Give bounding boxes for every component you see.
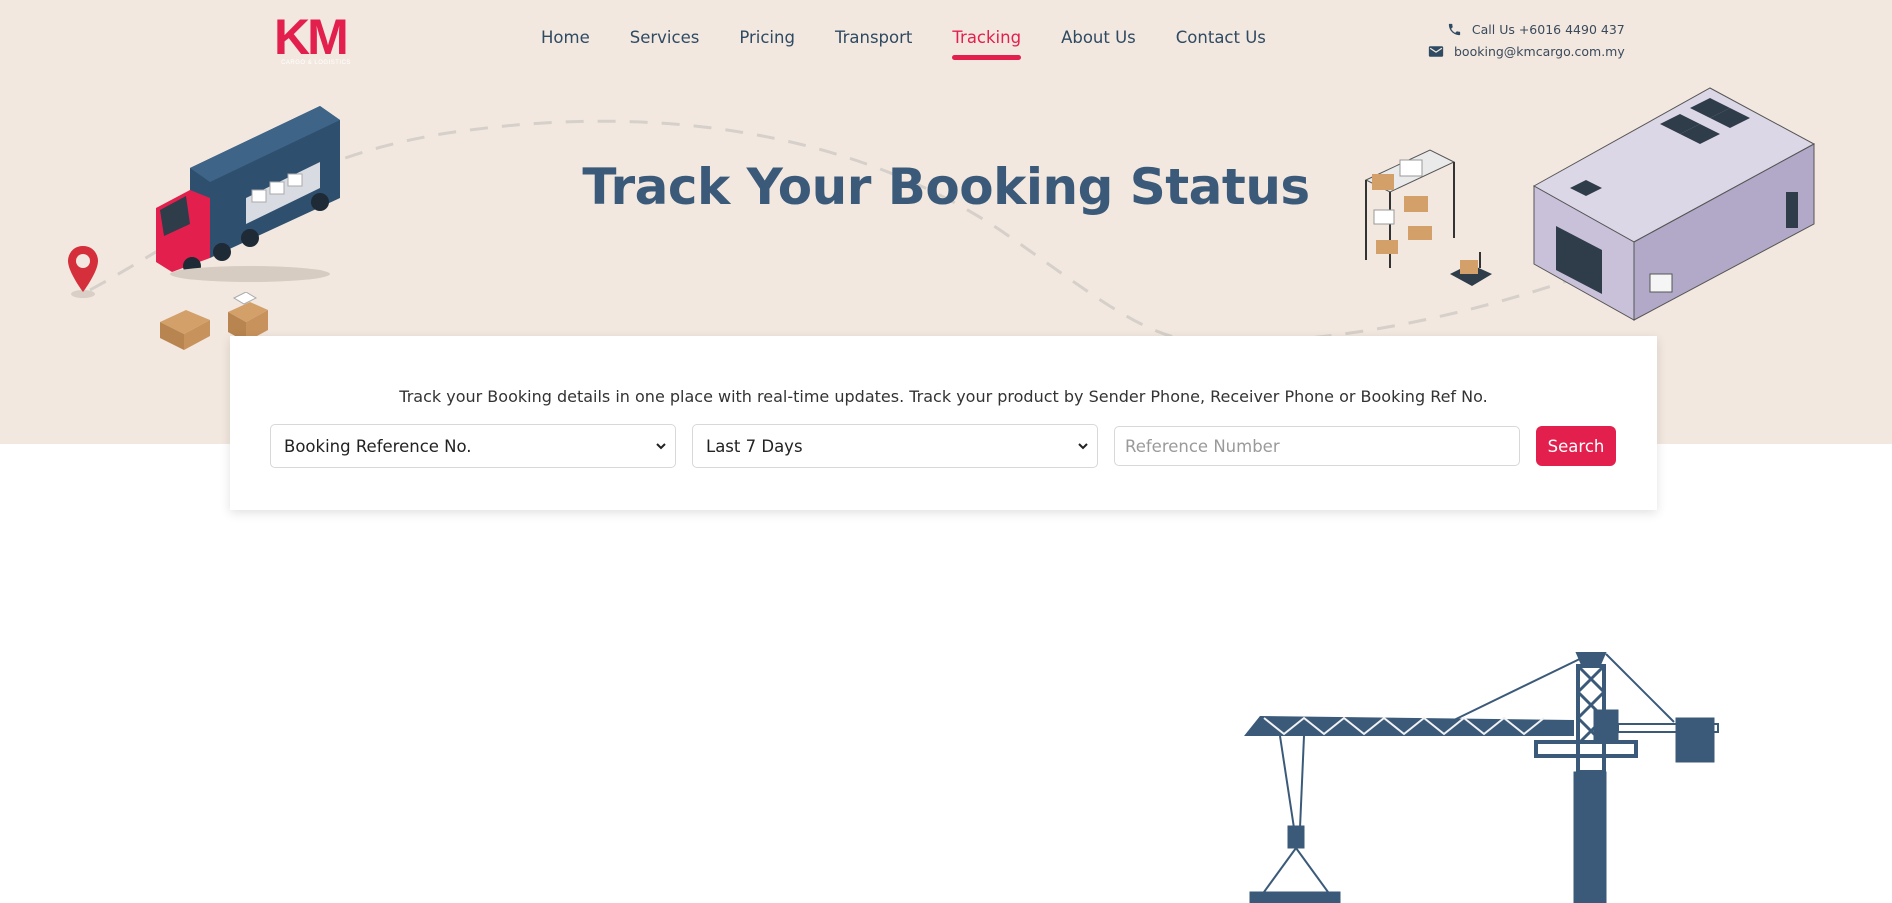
contact-phone-row[interactable]: Call Us +6016 4490 437 <box>1428 18 1625 40</box>
crane-illustration <box>1244 652 1719 903</box>
content-area <box>0 444 1892 903</box>
contact-phone-text: Call Us +6016 4490 437 <box>1471 21 1625 37</box>
chevron-down-icon <box>1078 443 1088 450</box>
reference-number-placeholder: Reference Number <box>1125 436 1280 456</box>
main-nav: Home Services Pricing Transport Tracking… <box>541 28 1266 64</box>
contact-email-row[interactable]: booking@kmcargo.com.my <box>1428 40 1625 62</box>
date-range-select[interactable]: Last 7 Days <box>692 424 1098 468</box>
search-type-value: Booking Reference No. <box>284 436 472 456</box>
nav-contact-us[interactable]: Contact Us <box>1176 28 1266 64</box>
reference-number-input[interactable]: Reference Number <box>1114 426 1520 466</box>
logo-subtext: CARGO & LOGISTICS <box>281 60 351 66</box>
chevron-down-icon <box>656 443 666 450</box>
nav-tracking[interactable]: Tracking <box>952 28 1021 64</box>
brand-logo[interactable]: KM CARGO & LOGISTICS <box>274 12 358 68</box>
contact-email-text: booking@kmcargo.com.my <box>1454 43 1625 59</box>
phone-icon <box>1448 23 1461 35</box>
search-type-select[interactable]: Booking Reference No. <box>270 424 676 468</box>
date-range-value: Last 7 Days <box>706 436 803 456</box>
nav-services[interactable]: Services <box>630 28 700 64</box>
nav-about-us[interactable]: About Us <box>1061 28 1136 64</box>
contact-info: Call Us +6016 4490 437 booking@kmcargo.c… <box>1428 18 1625 62</box>
mail-icon <box>1428 45 1444 57</box>
nav-transport[interactable]: Transport <box>835 28 912 64</box>
nav-pricing[interactable]: Pricing <box>739 28 795 64</box>
parcel-scale-illustration <box>1450 252 1492 286</box>
tracking-description: Track your Booking details in one place … <box>399 387 1488 406</box>
logo-mark: KM <box>274 9 349 65</box>
tracking-card: Track your Booking details in one place … <box>230 336 1657 510</box>
search-button[interactable]: Search <box>1536 426 1616 466</box>
page-title: Track Your Booking Status <box>582 158 1310 216</box>
nav-home[interactable]: Home <box>541 28 590 64</box>
location-pin-icon <box>68 246 98 298</box>
